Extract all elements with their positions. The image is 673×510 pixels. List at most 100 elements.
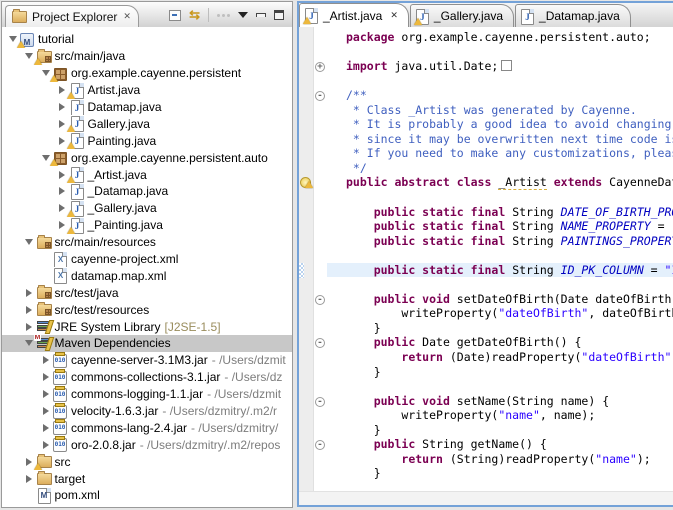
tree-item[interactable]: MMaven Dependencies (2, 335, 292, 352)
collapse-all-icon[interactable] (169, 10, 181, 21)
fold-collapse-icon[interactable]: - (315, 91, 325, 101)
folded-region-box-icon[interactable] (501, 60, 512, 71)
code-line: - public Date getDateOfBirth() { (299, 335, 673, 350)
horizontal-scrollbar[interactable] (299, 491, 673, 505)
java-file-icon: J (305, 8, 319, 23)
code-area[interactable]: package org.example.cayenne.persistent.a… (299, 27, 673, 492)
fold-cell (314, 263, 327, 278)
code-line (299, 74, 673, 89)
code-text: } (327, 466, 673, 481)
editor-tab-label: _Artist.java (323, 9, 382, 23)
fold-collapse-icon[interactable]: - (315, 440, 325, 450)
tree-item[interactable]: 010commons-collections-3.1.jar- /Users/d… (2, 369, 292, 386)
tree-item[interactable]: JPainting.java (2, 132, 292, 149)
code-text: public static final String NAME_PROPERTY… (327, 219, 673, 234)
tree-expand-arrow-icon[interactable] (23, 289, 36, 297)
tree-expand-arrow-icon[interactable] (39, 390, 52, 398)
tree-item[interactable]: Mpom.xml (2, 487, 292, 504)
project-explorer-tab[interactable]: Project Explorer ✕ (5, 5, 139, 27)
tree-item[interactable]: src/test/java (2, 284, 292, 301)
tree-item[interactable]: 010velocity-1.6.3.jar- /Users/dzmitry/.m… (2, 403, 292, 420)
tree-item[interactable]: org.example.cayenne.persistent.auto (2, 149, 292, 166)
tree-item[interactable]: src/main/java (2, 48, 292, 65)
tree-item[interactable]: J_Artist.java (2, 166, 292, 183)
maximize-icon[interactable] (274, 10, 284, 20)
project-tree[interactable]: Mtutorialsrc/main/javaorg.example.cayenn… (2, 27, 292, 507)
tree-expand-arrow-icon[interactable] (23, 306, 36, 314)
gutter-cell (299, 466, 314, 481)
code-text: */ (327, 161, 673, 176)
code-text: public static final String DATE_OF_BIRTH… (327, 205, 673, 220)
code-line (299, 45, 673, 60)
code-text: } (327, 423, 673, 438)
tree-item[interactable]: 010oro-2.0.8.jar- /Users/dzmitry/.m2/rep… (2, 436, 292, 453)
tree-expand-arrow-icon[interactable] (39, 407, 52, 415)
pom-file-icon: M (36, 488, 53, 503)
code-line: writeProperty("dateOfBirth", dateOfBirth… (299, 306, 673, 321)
tree-item[interactable]: Mtutorial (2, 31, 292, 48)
code-line: return (String)readProperty("name"); (299, 452, 673, 467)
tree-expand-arrow-icon[interactable] (39, 356, 52, 364)
java-file-icon: J (69, 184, 86, 199)
tree-item[interactable]: JRE System Library[J2SE-1.5] (2, 318, 292, 335)
gutter-cell (299, 306, 314, 321)
fold-collapse-icon[interactable]: - (315, 338, 325, 348)
xml-file-icon: X (52, 268, 69, 283)
tree-item[interactable]: 010commons-lang-2.4.jar- /Users/dzmitry/ (2, 419, 292, 436)
tree-expand-arrow-icon[interactable] (23, 475, 36, 483)
tree-item[interactable]: 010cayenne-server-3.1M3.jar- /Users/dzmi… (2, 352, 292, 369)
tree-item[interactable]: J_Gallery.java (2, 200, 292, 217)
code-text: * Class _Artist was generated by Cayenne… (327, 103, 673, 118)
tree-collapse-arrow-icon[interactable] (23, 340, 36, 346)
tree-expand-arrow-icon[interactable] (39, 373, 52, 381)
tree-expand-arrow-icon[interactable] (56, 187, 69, 195)
gutter-cell (299, 205, 314, 220)
tree-item[interactable]: src/main/resources (2, 234, 292, 251)
tree-item[interactable]: Xcayenne-project.xml (2, 251, 292, 268)
toolbar-separator (208, 8, 209, 22)
fold-cell (314, 365, 327, 380)
gutter-cell (299, 234, 314, 249)
editor-tab-_gallery-java[interactable]: J_Gallery.java (410, 4, 514, 27)
fold-cell: - (314, 88, 327, 103)
tree-item-decoration: - /Users/dzmitry/.m2/r (162, 404, 277, 418)
tree-item[interactable]: 010commons-logging-1.1.jar- /Users/dzmit (2, 386, 292, 403)
minimize-icon[interactable] (256, 13, 266, 17)
tree-item[interactable]: JArtist.java (2, 82, 292, 99)
package-icon (52, 66, 69, 81)
maven-library-icon: M (36, 336, 53, 351)
source-folder-icon (36, 285, 53, 300)
fold-collapse-icon[interactable]: - (315, 295, 325, 305)
tree-item[interactable]: src (2, 453, 292, 470)
tree-item[interactable]: org.example.cayenne.persistent (2, 65, 292, 82)
tree-item[interactable]: Xdatamap.map.xml (2, 267, 292, 284)
tree-item[interactable]: JDatamap.java (2, 99, 292, 116)
code-text: * It is probably a good idea to avoid ch… (327, 117, 673, 132)
editor-tab-_datamap-java[interactable]: J_Datamap.java (515, 4, 631, 27)
tree-expand-arrow-icon[interactable] (39, 424, 52, 432)
fold-expand-icon[interactable]: + (315, 62, 325, 72)
tree-item[interactable]: src/test/resources (2, 301, 292, 318)
view-close-icon[interactable]: ✕ (123, 11, 131, 22)
fold-collapse-icon[interactable]: - (315, 397, 325, 407)
tree-item[interactable]: J_Painting.java (2, 217, 292, 234)
jar-icon: 010 (52, 387, 69, 402)
link-with-editor-icon[interactable]: ⇆ (189, 10, 200, 20)
fold-cell (314, 234, 327, 249)
tree-collapse-arrow-icon[interactable] (23, 239, 36, 245)
tree-item-label: commons-lang-2.4.jar (71, 421, 187, 435)
editor-tab-_artist-java[interactable]: J _Artist.java ✕ (299, 3, 409, 27)
tree-item[interactable]: J_Datamap.java (2, 183, 292, 200)
fold-cell (314, 350, 327, 365)
fold-cell (314, 74, 327, 89)
tree-expand-arrow-icon[interactable] (23, 323, 36, 331)
tree-expand-arrow-icon[interactable] (56, 103, 69, 111)
code-text: public void setDateOfBirth(Date dateOfBi… (327, 292, 673, 307)
tree-item[interactable]: JGallery.java (2, 115, 292, 132)
fold-cell (314, 205, 327, 220)
code-text: public void setName(String name) { (327, 394, 673, 409)
view-menu-icon[interactable] (238, 12, 248, 18)
tree-item[interactable]: target (2, 470, 292, 487)
tab-close-icon[interactable]: ✕ (390, 10, 398, 21)
tree-expand-arrow-icon[interactable] (39, 441, 52, 449)
